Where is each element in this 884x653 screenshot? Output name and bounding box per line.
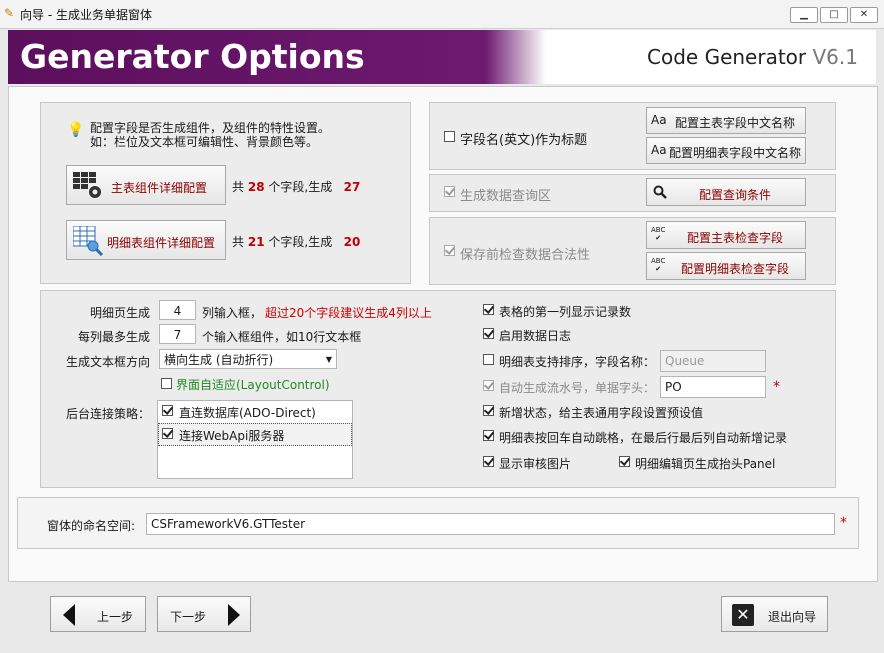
new-state-checkbox[interactable] [483,405,494,416]
exit-wizard-label: 退出向导 [768,610,817,624]
namespace-input[interactable]: CSFrameworkV6.GTTester [146,513,835,535]
detail-page-columns-input[interactable]: 4 [159,300,196,320]
arrow-right-icon [228,604,240,626]
serial-prefix-input[interactable]: PO [660,376,766,398]
main-cn-name-label: 配置主表字段中文名称 [675,116,796,130]
wand-icon: ✎ [4,6,15,20]
detail-page-suffix: 列输入框， [202,306,263,320]
backend-webapi-label[interactable]: 连接WebApi服务器 [179,427,284,444]
maximize-button[interactable]: □ [820,7,848,23]
title-option-checkbox[interactable] [444,131,455,142]
main-gen-count: 27 [343,180,361,194]
main-mid-text: 个字段,生成 [268,180,333,194]
lightbulb-icon: 💡 [67,122,85,138]
sort-label: 明细表支持排序，字段名称： [499,355,656,369]
sub-check-fields-button[interactable]: ABC ✔ 配置明细表检查字段 [646,252,806,280]
adaptive-label: 界面自适应(LayoutControl) [176,378,330,392]
validate-option-checkbox[interactable] [444,245,455,256]
sub-check-fields-label: 配置明细表检查字段 [681,262,790,276]
namespace-label: 窗体的命名空间: [47,519,136,533]
adaptive-checkbox[interactable] [161,378,172,389]
direction-select[interactable]: 横向生成 (自动折行) ▼ [159,349,337,369]
namespace-required-mark: * [840,515,847,531]
arrow-left-icon [63,604,75,626]
main-prefix: 共 [232,180,245,194]
sub-field-count: 21 [247,235,265,249]
first-col-count-label: 表格的第一列显示记录数 [499,305,632,319]
per-col-label: 每列最多生成 [78,330,151,344]
query-config-label: 配置查询条件 [699,188,772,202]
audit-image-label: 显示审核图片 [499,457,572,471]
enter-jump-checkbox[interactable] [483,430,494,441]
title-option-label: 字段名(英文)作为标题 [460,133,588,148]
backend-webapi-checkbox[interactable] [162,428,173,439]
table-search-icon [73,226,103,256]
data-log-checkbox[interactable] [483,328,494,339]
font-aa-icon: Aa [651,113,667,127]
main-detail-config-label: 主表组件详细配置 [111,181,208,195]
serial-required-mark: * [773,379,780,395]
backend-direct-label[interactable]: 直连数据库(ADO-Direct) [179,404,316,421]
query-config-button[interactable]: 配置查询条件 [646,178,806,206]
query-option-checkbox[interactable] [444,186,455,197]
sub-mid-text: 个字段,生成 [268,235,333,249]
detail-page-label: 明细页生成 [90,306,151,320]
sub-field-summary: 共 21 个字段,生成 20 [232,233,360,250]
main-check-fields-button[interactable]: ABC ✔ 配置主表检查字段 [646,221,806,249]
per-col-suffix: 个输入框组件，如10行文本框 [202,330,362,344]
next-step-button[interactable]: 下一步 [157,596,251,632]
header-panel-checkbox[interactable] [619,456,630,467]
query-option-label: 生成数据查询区 [460,189,552,204]
minimize-button[interactable]: ▁ [790,7,818,23]
sub-detail-config-label: 明细表组件详细配置 [107,236,216,250]
direction-value: 横向生成 (自动折行) [164,353,274,367]
exit-wizard-button[interactable]: ✕ 退出向导 [721,596,828,632]
grid-gear-icon [73,172,101,198]
main-field-count: 28 [247,180,265,194]
close-window-button[interactable]: ✕ [850,7,878,23]
header-panel-label: 明细编辑页生成抬头Panel [635,457,776,471]
page-title: Generator Options [20,37,365,76]
main-check-fields-label: 配置主表检查字段 [687,231,784,245]
product-name: Code Generator V6.1 [647,45,858,69]
close-icon: ✕ [732,604,754,626]
data-log-label: 启用数据日志 [499,329,572,343]
first-col-count-checkbox[interactable] [483,304,494,315]
new-state-label: 新增状态，给主表通用字段设置预设值 [499,406,704,420]
main-field-summary: 共 28 个字段,生成 27 [232,178,360,195]
audit-image-checkbox[interactable] [483,456,494,467]
sub-prefix: 共 [232,235,245,249]
next-step-label: 下一步 [170,610,207,624]
sub-cn-name-label: 配置明细表字段中文名称 [669,146,802,160]
window-title-bar: ✎ 向导 - 生成业务单据窗体 ▁ □ ✕ [0,0,884,29]
sub-gen-count: 20 [343,235,361,249]
prev-step-button[interactable]: 上一步 [50,596,146,632]
prev-step-label: 上一步 [97,610,134,624]
spellcheck-icon: ABC ✔ [651,257,666,273]
spellcheck-icon: ABC ✔ [651,226,666,242]
detail-page-warning: 超过20个字段建议生成4列以上 [265,306,432,320]
product-label: Code Generator [647,45,807,69]
validate-option-label: 保存前检查数据合法性 [460,248,591,263]
sort-checkbox[interactable] [483,354,494,365]
sub-cn-name-button[interactable]: Aa 配置明细表字段中文名称 [646,137,806,164]
backend-label: 后台连接策略： [66,407,151,421]
window-title: 向导 - 生成业务单据窗体 [20,8,152,22]
header-banner: Generator Options Code Generator V6.1 [8,30,876,84]
sub-detail-config-button[interactable]: 明细表组件详细配置 [66,220,226,260]
info-line-2: 如：栏位及文本框可编辑性、背景颜色等。 [90,135,319,149]
search-icon [653,185,667,199]
main-cn-name-button[interactable]: Aa 配置主表字段中文名称 [646,107,806,134]
main-detail-config-button[interactable]: 主表组件详细配置 [66,165,226,205]
dropdown-arrow-icon[interactable]: ▼ [326,350,332,370]
serial-label: 自动生成流水号，单据字头： [499,381,656,395]
per-col-input[interactable]: 7 [159,324,196,344]
serial-checkbox[interactable] [483,380,494,391]
version-label: V6.1 [812,45,859,69]
sort-field-input[interactable]: Queue [660,350,766,372]
backend-direct-checkbox[interactable] [162,405,173,416]
font-aa-icon: Aa [651,143,667,157]
enter-jump-label: 明细表按回车自动跳格，在最后行最后列自动新增记录 [499,431,788,445]
direction-label: 生成文本框方向 [66,355,151,369]
